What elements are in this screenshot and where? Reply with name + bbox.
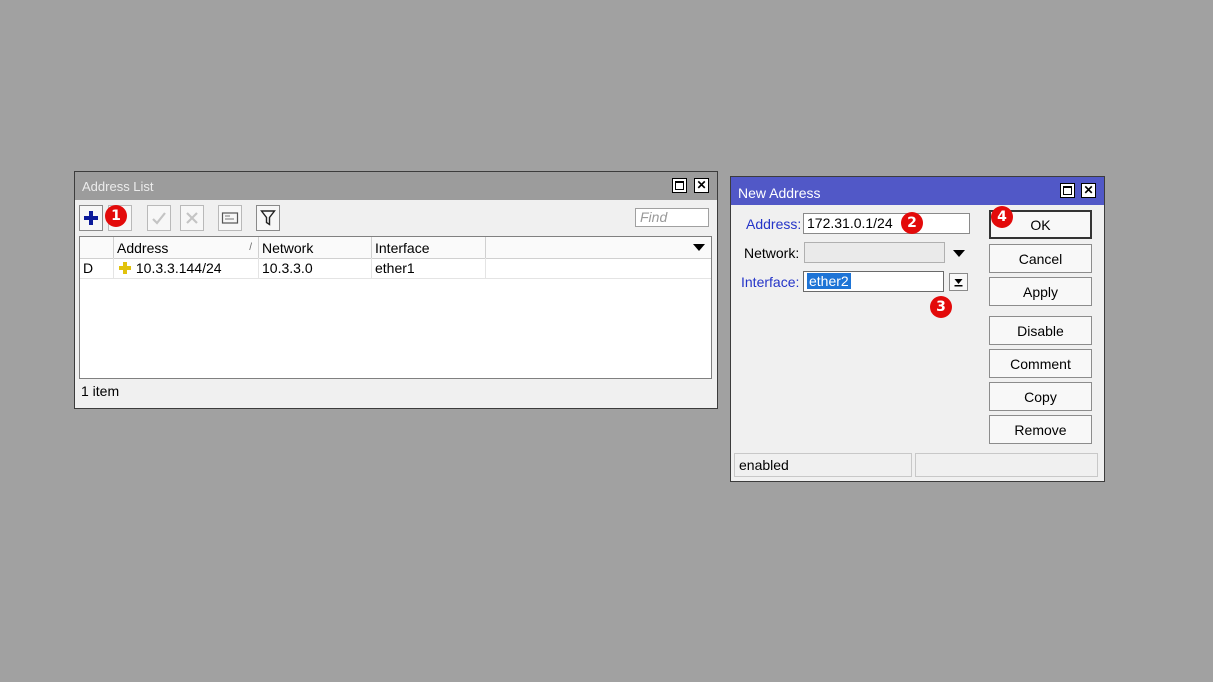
address-label: Address:: [746, 216, 802, 232]
address-list-title: Address List: [82, 179, 154, 194]
table-header: Address / Network Interface: [80, 237, 711, 259]
find-placeholder: Find: [640, 209, 668, 225]
table-row[interactable]: D 10.3.3.144/24 10.3.3.0 ether1: [80, 258, 711, 279]
row-flag: D: [83, 260, 94, 276]
network-field: [804, 242, 945, 263]
interface-value: ether2: [807, 273, 851, 289]
row-blank-cell: [485, 258, 711, 278]
maximize-icon[interactable]: [1060, 183, 1075, 198]
callout-badge-4: 4: [991, 206, 1013, 228]
callout-badge-3: 3: [930, 296, 952, 318]
row-network: 10.3.3.0: [258, 258, 371, 278]
address-list-status: 1 item: [81, 383, 120, 399]
disable-button[interactable]: Disable: [989, 316, 1092, 345]
add-icon: [84, 211, 98, 225]
close-icon[interactable]: ✕: [694, 178, 709, 193]
new-address-title: New Address: [738, 185, 821, 201]
apply-button[interactable]: Apply: [989, 277, 1092, 306]
row-address: 10.3.3.144/24: [135, 260, 222, 276]
chevron-down-icon: [954, 279, 963, 287]
interface-dropdown-button[interactable]: [949, 273, 968, 291]
cancel-button[interactable]: Cancel: [989, 244, 1092, 273]
column-menu-icon[interactable]: [693, 244, 705, 251]
sort-indicator: /: [249, 242, 252, 253]
address-column-label: Address: [117, 240, 169, 256]
filter-icon: [260, 210, 276, 226]
enable-icon: [152, 212, 166, 225]
address-list-window: Address List ✕ Find Address / Network In…: [74, 171, 718, 409]
close-icon[interactable]: ✕: [1081, 183, 1096, 198]
flag-column-header[interactable]: [80, 237, 113, 258]
interface-select[interactable]: ether2: [803, 271, 944, 292]
callout-badge-1: 1: [105, 205, 127, 227]
network-column-header[interactable]: Network: [258, 237, 371, 258]
new-address-status-extra: [915, 453, 1098, 477]
address-table: Address / Network Interface D 10.3.3.144…: [79, 236, 712, 379]
network-label: Network:: [744, 245, 800, 261]
new-address-titlebar[interactable]: New Address: [731, 177, 1104, 205]
filter-button[interactable]: [256, 205, 280, 231]
disable-button[interactable]: [180, 205, 204, 231]
find-input[interactable]: Find: [635, 208, 709, 227]
disable-icon: [186, 212, 198, 224]
comment-icon: [221, 212, 239, 224]
comment-button[interactable]: Comment: [989, 349, 1092, 378]
network-column-label: Network: [262, 240, 314, 256]
address-field[interactable]: 172.31.0.1/24: [803, 213, 970, 234]
address-list-titlebar[interactable]: Address List: [75, 172, 717, 200]
address-column-header[interactable]: Address /: [113, 237, 258, 258]
comment-button[interactable]: [218, 205, 242, 231]
callout-badge-2: 2: [901, 212, 923, 234]
enable-button[interactable]: [147, 205, 171, 231]
row-address-cell: 10.3.3.144/24: [113, 258, 258, 278]
interface-column-header[interactable]: Interface: [371, 237, 485, 258]
new-address-status: enabled: [734, 453, 912, 477]
copy-button[interactable]: Copy: [989, 382, 1092, 411]
maximize-icon[interactable]: [672, 178, 687, 193]
network-dropdown-icon[interactable]: [953, 250, 965, 257]
add-button[interactable]: [79, 205, 103, 231]
blank-column-header: [485, 237, 711, 258]
interface-label: Interface:: [741, 274, 800, 290]
remove-button[interactable]: Remove: [989, 415, 1092, 444]
row-interface: ether1: [371, 258, 485, 278]
address-plus-icon: [119, 262, 131, 274]
interface-column-label: Interface: [375, 240, 430, 256]
